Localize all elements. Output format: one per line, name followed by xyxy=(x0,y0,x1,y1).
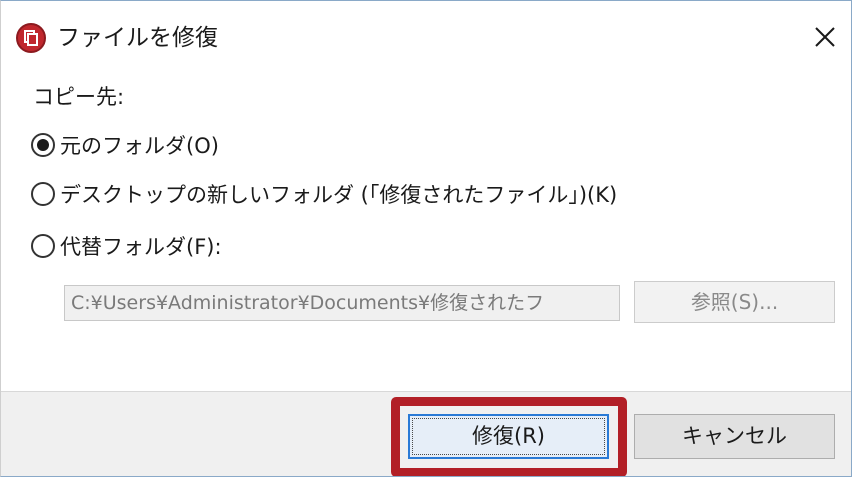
radio-original-folder[interactable]: 元のフォルダ(O) xyxy=(31,129,219,161)
cancel-button[interactable]: キャンセル xyxy=(634,414,835,459)
radio-button[interactable] xyxy=(31,234,55,258)
destination-label: コピー先: xyxy=(33,85,125,109)
radio-desktop-new-folder[interactable]: デスクトップの新しいフォルダ (「修復されたファイル」)(K) xyxy=(31,178,617,210)
repair-button-label: 修復(R) xyxy=(412,418,605,455)
close-icon xyxy=(815,27,835,47)
radio-alternate-folder[interactable]: 代替フォルダ(F): xyxy=(31,230,222,262)
radio-label-alternate-folder: 代替フォルダ(F): xyxy=(60,235,222,259)
dialog-title: ファイルを修復 xyxy=(57,25,218,51)
app-logo-icon xyxy=(16,23,46,53)
radio-button-checked[interactable] xyxy=(31,133,55,157)
radio-label-desktop-new-folder: デスクトップの新しいフォルダ (「修復されたファイル」)(K) xyxy=(60,183,618,207)
radio-label-original-folder: 元のフォルダ(O) xyxy=(60,134,219,158)
browse-button[interactable]: 参照(S)... xyxy=(634,281,835,323)
repair-button[interactable]: 修復(R) xyxy=(408,414,609,459)
alternate-folder-path-input[interactable]: C:¥Users¥Administrator¥Documents¥修復されたフ xyxy=(64,285,620,321)
close-button[interactable] xyxy=(807,19,843,55)
title-bar: ファイルを修復 xyxy=(1,1,851,77)
radio-button[interactable] xyxy=(31,182,55,206)
repair-file-dialog: ファイルを修復 コピー先: 元のフォルダ(O) デスクトップの新しいフォルダ (… xyxy=(0,0,852,477)
